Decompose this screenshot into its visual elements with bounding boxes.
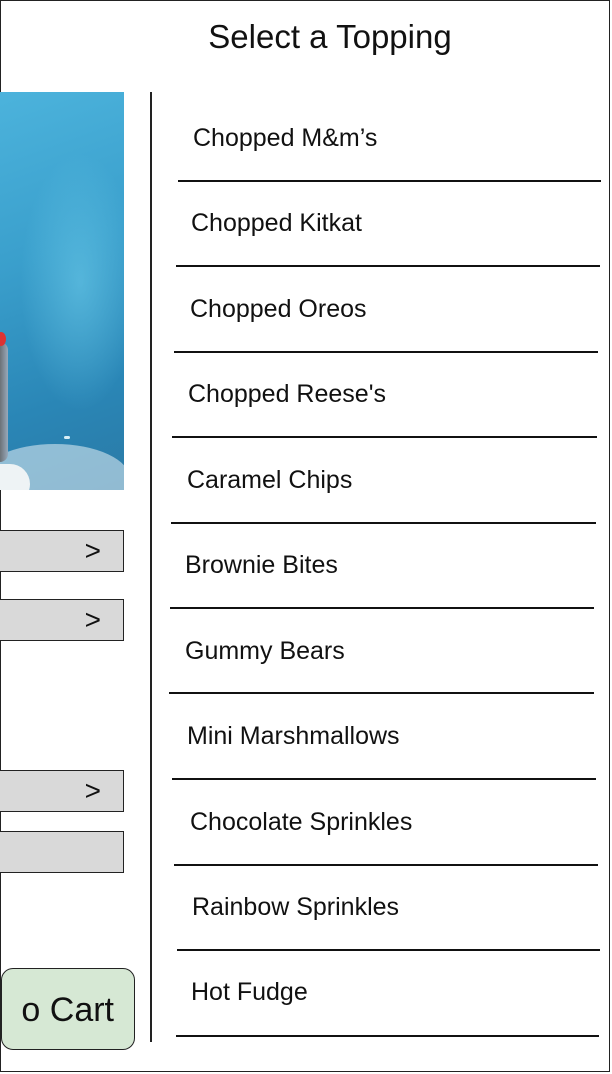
sundae-photo <box>0 92 124 490</box>
list-divider <box>176 265 600 267</box>
list-divider <box>172 436 597 438</box>
list-divider <box>174 351 598 353</box>
list-divider <box>178 180 601 182</box>
panel-divider <box>150 92 152 1042</box>
chevron-right-icon: > <box>84 775 101 806</box>
topping-hot-fudge[interactable]: Hot Fudge <box>191 978 308 1007</box>
topping-rainbow-sprinkles[interactable]: Rainbow Sprinkles <box>192 893 399 922</box>
list-divider <box>176 1035 599 1037</box>
list-divider <box>171 522 596 524</box>
list-divider <box>170 607 594 609</box>
option-button-3[interactable]: > <box>0 770 124 812</box>
topping-chopped-mms[interactable]: Chopped M&m’s <box>193 124 377 153</box>
page-title: Select a Topping <box>208 18 452 55</box>
chevron-right-icon: > <box>84 604 101 635</box>
topping-chopped-oreos[interactable]: Chopped Oreos <box>190 295 367 324</box>
add-to-cart-button[interactable]: o Cart <box>1 968 135 1050</box>
option-button-1[interactable]: > <box>0 530 124 572</box>
option-button-2[interactable]: > <box>0 599 124 641</box>
topping-gummy-bears[interactable]: Gummy Bears <box>185 637 345 666</box>
topping-mini-marshmallows[interactable]: Mini Marshmallows <box>187 722 400 751</box>
topping-chopped-reeses[interactable]: Chopped Reese's <box>188 380 386 409</box>
list-divider <box>169 692 594 694</box>
topping-chocolate-sprinkles[interactable]: Chocolate Sprinkles <box>190 808 412 837</box>
list-divider <box>174 864 598 866</box>
topping-chopped-kitkat[interactable]: Chopped Kitkat <box>191 209 362 238</box>
list-divider <box>177 949 600 951</box>
chevron-right-icon: > <box>84 535 101 566</box>
option-button-4[interactable] <box>0 831 124 873</box>
topping-brownie-bites[interactable]: Brownie Bites <box>185 551 338 580</box>
list-divider <box>172 778 596 780</box>
topping-caramel-chips[interactable]: Caramel Chips <box>187 466 352 495</box>
